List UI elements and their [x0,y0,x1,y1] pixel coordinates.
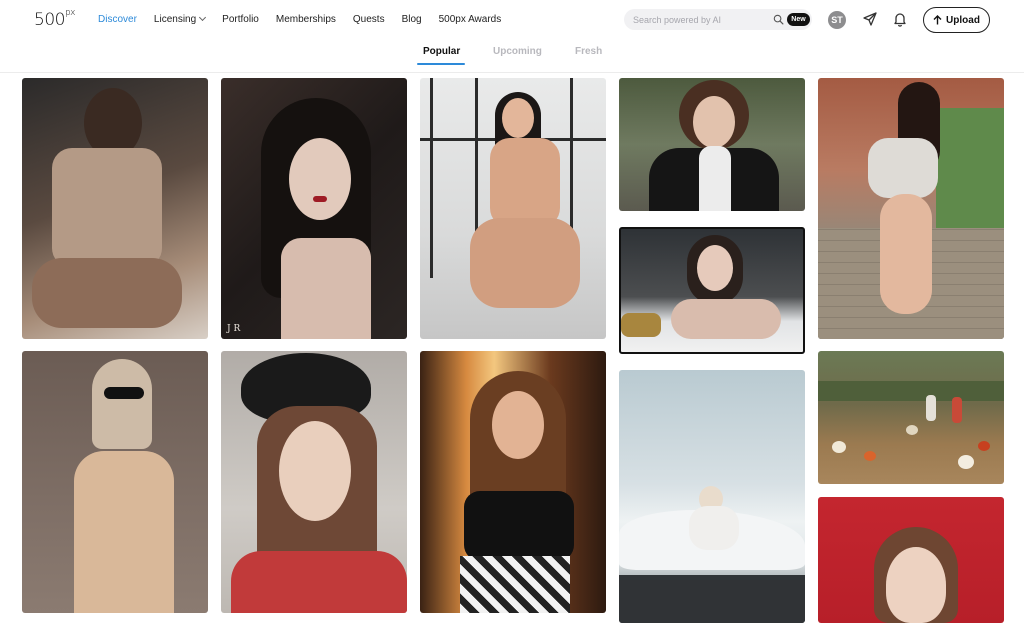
search-input[interactable] [624,9,760,30]
photo-subject [958,455,974,469]
photo-subject [92,359,152,449]
photo-subject [832,441,846,453]
search-bar: New [624,9,812,30]
tab-popular[interactable]: Popular [423,46,460,57]
nav-discover[interactable]: Discover [98,14,137,25]
500px-logo[interactable]: 500px [34,8,76,30]
photo-watermark: J R [227,324,241,334]
send-icon[interactable] [862,11,878,27]
photo-tile[interactable] [818,78,1004,339]
active-tab-indicator [417,63,465,65]
photo-subject [430,78,433,278]
photo-tile[interactable] [420,351,606,613]
bell-icon[interactable] [892,11,908,27]
photo-subject [978,441,990,451]
tab-fresh[interactable]: Fresh [575,46,602,57]
photo-tile[interactable] [818,497,1004,623]
nav-memberships[interactable]: Memberships [276,14,336,25]
photo-tile[interactable] [22,78,208,339]
photo-subject [281,238,371,339]
photo-tile[interactable] [818,351,1004,484]
photo-subject [279,421,351,521]
nav-quests[interactable]: Quests [353,14,385,25]
photo-subject [952,397,962,423]
photo-subject [864,451,876,461]
nav-licensing-label: Licensing [153,14,197,25]
photo-tile[interactable] [619,370,805,623]
new-badge: New [787,13,810,26]
photo-subject [818,381,1004,401]
photo-subject [868,138,938,198]
photo-subject [906,425,918,435]
photo-subject [619,575,805,623]
nav-portfolio[interactable]: Portfolio [222,14,259,25]
photo-subject [231,551,407,613]
tab-upcoming[interactable]: Upcoming [493,46,542,57]
nav-licensing[interactable]: Licensing [153,13,207,25]
photo-tile[interactable] [22,351,208,613]
top-navigation-bar: 500px Discover Licensing Portfolio Membe… [0,0,1024,40]
upload-button[interactable]: Upload [923,7,990,33]
photo-subject [621,313,661,337]
nav-500px-awards[interactable]: 500px Awards [439,14,502,25]
photo-tile[interactable]: J R [221,78,407,339]
user-avatar[interactable]: ST [828,11,846,29]
upload-arrow-icon [933,15,942,25]
photo-subject [313,196,327,202]
photo-subject [926,395,936,421]
photo-subject [689,506,739,550]
photo-tile[interactable] [619,227,805,354]
photo-subject [74,451,174,613]
feed-tabs: Popular Upcoming Fresh [0,46,1024,66]
tabs-divider [0,72,1024,73]
photo-subject [470,218,580,308]
photo-subject [502,98,534,138]
photo-subject [693,96,735,148]
photo-subject [32,258,182,328]
main-nav: Discover Licensing Portfolio Memberships… [98,13,518,25]
photo-tile[interactable] [221,351,407,613]
upload-label: Upload [946,14,980,26]
photo-tile[interactable] [420,78,606,339]
photo-subject [289,138,351,220]
photo-subject [697,245,733,291]
photo-subject [880,194,932,314]
photo-subject [671,299,781,339]
chevron-down-icon [199,13,207,22]
photo-tile[interactable] [619,78,805,211]
search-icon[interactable] [773,14,784,25]
photo-subject [460,556,570,613]
photo-subject [52,148,162,268]
photo-subject [492,391,544,459]
photo-subject [936,108,1004,228]
photo-subject [104,387,144,399]
photo-subject [699,146,731,211]
photo-subject [490,138,560,228]
nav-blog[interactable]: Blog [402,14,422,25]
photo-subject [464,491,574,561]
photo-subject [886,547,946,623]
